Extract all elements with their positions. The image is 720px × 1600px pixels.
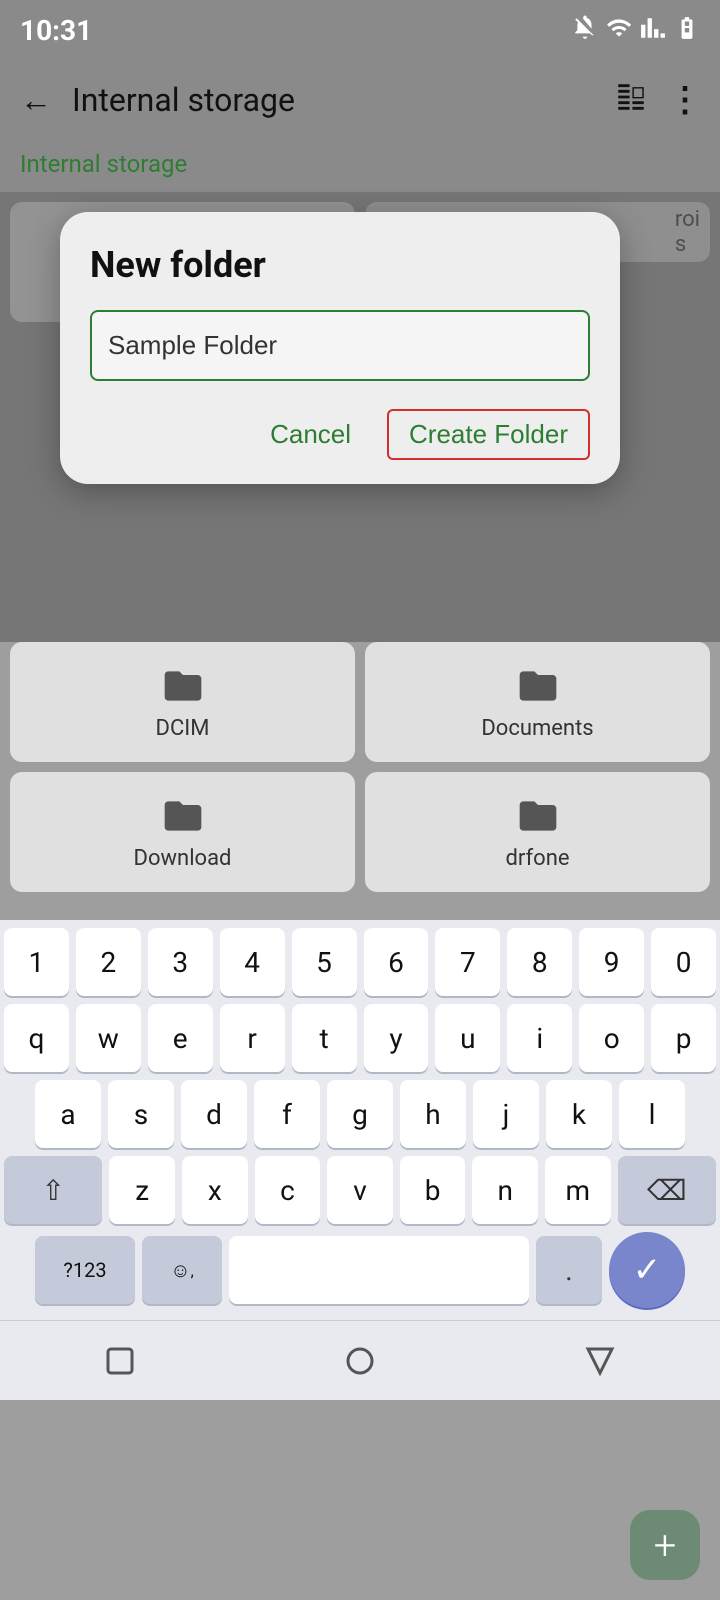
new-folder-dialog: New folder Cancel Create Folder	[60, 212, 650, 484]
file-grid-bottom: DCIM Documents Download drfone	[10, 642, 710, 892]
backspace-key[interactable]: ⌫	[618, 1156, 716, 1224]
home-button[interactable]	[330, 1331, 390, 1391]
key-2[interactable]: 2	[76, 928, 141, 996]
key-0[interactable]: 0	[651, 928, 716, 996]
key-8[interactable]: 8	[507, 928, 572, 996]
grid-view-icon[interactable]	[614, 80, 648, 120]
symbol-key[interactable]: ?123	[35, 1236, 135, 1304]
key-z[interactable]: z	[109, 1156, 175, 1224]
back-button[interactable]: ←	[20, 81, 52, 119]
status-bar: 10:31	[0, 0, 720, 60]
nav-bar	[0, 1320, 720, 1400]
back-nav-button[interactable]	[570, 1331, 630, 1391]
status-time: 10:31	[20, 14, 92, 47]
app-bar-actions: ⋮	[614, 80, 700, 120]
key-b[interactable]: b	[400, 1156, 466, 1224]
key-q[interactable]: q	[4, 1004, 69, 1072]
fab-button[interactable]: +	[630, 1510, 700, 1580]
cancel-button[interactable]: Cancel	[254, 411, 367, 458]
more-options-icon[interactable]: ⋮	[668, 80, 700, 120]
breadcrumb[interactable]: Internal storage	[20, 150, 187, 178]
period-key[interactable]: .	[536, 1236, 602, 1304]
folder-name-input[interactable]	[90, 310, 590, 381]
emoji-key[interactable]: ☺,	[142, 1236, 222, 1304]
list-item[interactable]: Documents	[365, 642, 710, 762]
key-6[interactable]: 6	[364, 928, 429, 996]
key-row-qwerty: q w e r t y u i o p	[4, 1004, 716, 1072]
key-k[interactable]: k	[546, 1080, 612, 1148]
key-o[interactable]: o	[579, 1004, 644, 1072]
key-n[interactable]: n	[472, 1156, 538, 1224]
key-p[interactable]: p	[651, 1004, 716, 1072]
app-bar-title: Internal storage	[72, 81, 594, 119]
recent-apps-button[interactable]	[90, 1331, 150, 1391]
wifi-icon	[606, 15, 632, 45]
file-name: drfone	[505, 846, 569, 871]
key-e[interactable]: e	[148, 1004, 213, 1072]
key-x[interactable]: x	[182, 1156, 248, 1224]
key-3[interactable]: 3	[148, 928, 213, 996]
breadcrumb-area: Internal storage	[0, 140, 720, 192]
create-folder-button[interactable]: Create Folder	[387, 409, 590, 460]
key-row-asdf: a s d f g h j k l	[4, 1080, 716, 1148]
file-name: DCIM	[156, 716, 210, 741]
dialog-title: New folder	[90, 244, 590, 286]
key-s[interactable]: s	[108, 1080, 174, 1148]
list-item[interactable]: DCIM	[10, 642, 355, 762]
key-a[interactable]: a	[35, 1080, 101, 1148]
key-l[interactable]: l	[619, 1080, 685, 1148]
keyboard: 1 2 3 4 5 6 7 8 9 0 q w e r t y u i o p …	[0, 920, 720, 1320]
file-name: Download	[134, 846, 232, 871]
mute-icon	[572, 15, 598, 45]
key-r[interactable]: r	[220, 1004, 285, 1072]
file-name: Documents	[481, 716, 593, 741]
key-i[interactable]: i	[507, 1004, 572, 1072]
key-u[interactable]: u	[435, 1004, 500, 1072]
dialog-buttons: Cancel Create Folder	[90, 409, 590, 460]
file-row-area: DCIM Documents Download drfone +	[0, 642, 720, 920]
space-key[interactable]	[229, 1236, 529, 1304]
key-1[interactable]: 1	[4, 928, 69, 996]
key-w[interactable]: w	[76, 1004, 141, 1072]
list-item[interactable]: drfone	[365, 772, 710, 892]
file-area: rois New folder Cancel Create Folder	[0, 192, 720, 642]
key-5[interactable]: 5	[292, 928, 357, 996]
battery-icon	[674, 15, 700, 45]
shift-key[interactable]: ⇧	[4, 1156, 102, 1224]
list-item[interactable]: Download	[10, 772, 355, 892]
enter-key[interactable]: ✓	[609, 1232, 685, 1308]
key-row-zxcv: ⇧ z x c v b n m ⌫	[4, 1156, 716, 1224]
key-y[interactable]: y	[364, 1004, 429, 1072]
signal-icon	[640, 15, 666, 45]
status-icons	[572, 15, 700, 45]
key-m[interactable]: m	[545, 1156, 611, 1224]
key-f[interactable]: f	[254, 1080, 320, 1148]
key-9[interactable]: 9	[579, 928, 644, 996]
key-h[interactable]: h	[400, 1080, 466, 1148]
key-j[interactable]: j	[473, 1080, 539, 1148]
dialog-box: New folder Cancel Create Folder	[60, 212, 620, 484]
key-t[interactable]: t	[292, 1004, 357, 1072]
key-4[interactable]: 4	[220, 928, 285, 996]
key-v[interactable]: v	[327, 1156, 393, 1224]
key-g[interactable]: g	[327, 1080, 393, 1148]
key-d[interactable]: d	[181, 1080, 247, 1148]
key-row-numbers: 1 2 3 4 5 6 7 8 9 0	[4, 928, 716, 996]
key-c[interactable]: c	[255, 1156, 321, 1224]
app-bar: ← Internal storage ⋮	[0, 60, 720, 140]
key-7[interactable]: 7	[435, 928, 500, 996]
key-row-bottom: ?123 ☺, . ✓	[4, 1232, 716, 1308]
